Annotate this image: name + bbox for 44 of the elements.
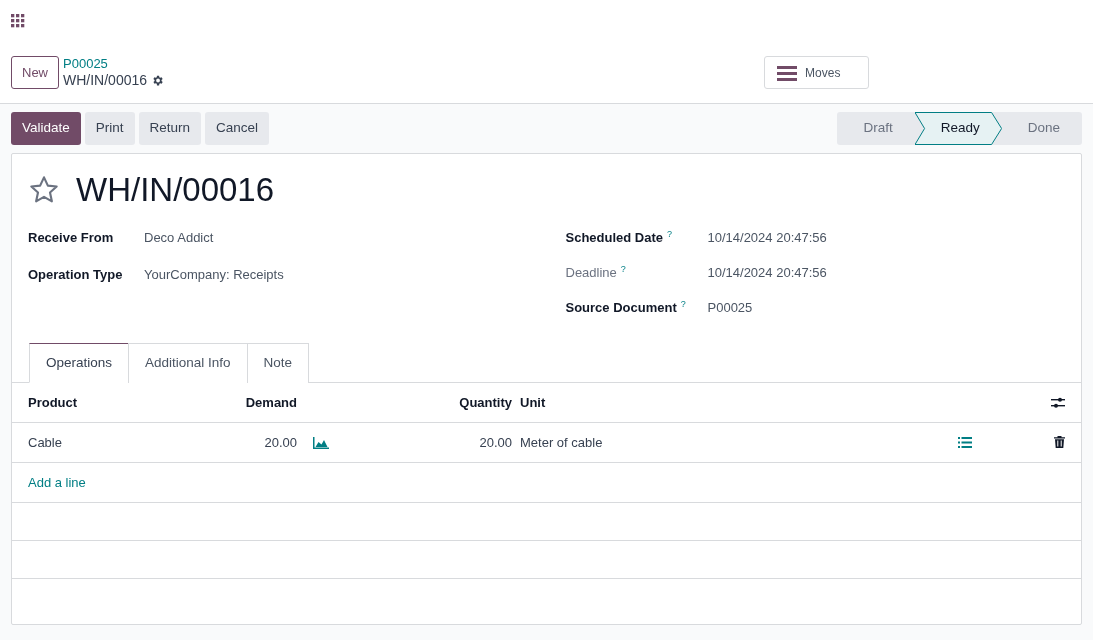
moves-button[interactable]: Moves xyxy=(764,56,870,89)
field-label: Deadline xyxy=(565,264,617,280)
column-header[interactable]: Unit xyxy=(520,392,1051,413)
field-label: Receive From xyxy=(28,229,114,245)
column-settings-icon[interactable] xyxy=(1051,395,1065,409)
breadcrumb-link[interactable]: P00025 xyxy=(63,56,165,72)
action-button[interactable]: Cancel xyxy=(205,112,270,145)
field-label: Operation Type xyxy=(28,266,123,282)
status-stage[interactable]: Draft xyxy=(837,112,915,145)
action-button[interactable]: Return xyxy=(138,112,202,145)
forecast-chart-icon[interactable] xyxy=(313,437,329,450)
column-header[interactable]: Product xyxy=(28,392,193,413)
notebook-tab[interactable]: Operations xyxy=(29,342,130,383)
apps-menu-icon[interactable] xyxy=(11,14,25,28)
table-cell-text: 20.00 xyxy=(478,433,512,452)
status-stage[interactable]: Ready xyxy=(914,112,1002,145)
help-tooltip[interactable]: ? xyxy=(620,263,626,274)
settings-icon[interactable] xyxy=(151,73,165,87)
field-value[interactable]: YourCompany: Receipts xyxy=(144,264,284,285)
breadcrumb-current: WH/IN/00016 xyxy=(63,71,148,89)
action-button[interactable]: Validate xyxy=(11,112,81,145)
column-header[interactable]: Demand xyxy=(193,392,297,413)
notebook-tab[interactable]: Additional Info xyxy=(128,342,248,383)
trash-icon[interactable] xyxy=(1054,436,1065,449)
table-cell-text: Cable xyxy=(28,433,63,452)
action-button[interactable]: Print xyxy=(84,112,135,145)
add-line-link[interactable]: Add a line xyxy=(28,472,86,493)
field-value[interactable]: 10/14/2024 20:47:56 xyxy=(707,262,827,283)
record-title: WH/IN/00016 xyxy=(76,170,275,210)
field-value[interactable]: Deco Addict xyxy=(144,227,214,248)
field-value[interactable]: 10/14/2024 20:47:56 xyxy=(707,227,827,248)
list-icon xyxy=(777,64,798,81)
field-value[interactable]: P00025 xyxy=(707,297,753,318)
field-label: Source Document xyxy=(565,299,677,315)
notebook-tab[interactable]: Note xyxy=(246,342,310,383)
field-label: Scheduled Date xyxy=(565,229,664,245)
status-stage[interactable]: Done xyxy=(1001,112,1082,145)
table-cell-text: Meter of cable xyxy=(520,433,604,452)
table-cell-text: 20.00 xyxy=(263,433,297,452)
column-header[interactable]: Quantity xyxy=(337,392,512,413)
help-tooltip[interactable]: ? xyxy=(667,228,673,239)
new-button[interactable]: New xyxy=(11,55,59,90)
details-list-icon[interactable] xyxy=(958,436,972,448)
help-tooltip[interactable]: ? xyxy=(680,298,686,309)
